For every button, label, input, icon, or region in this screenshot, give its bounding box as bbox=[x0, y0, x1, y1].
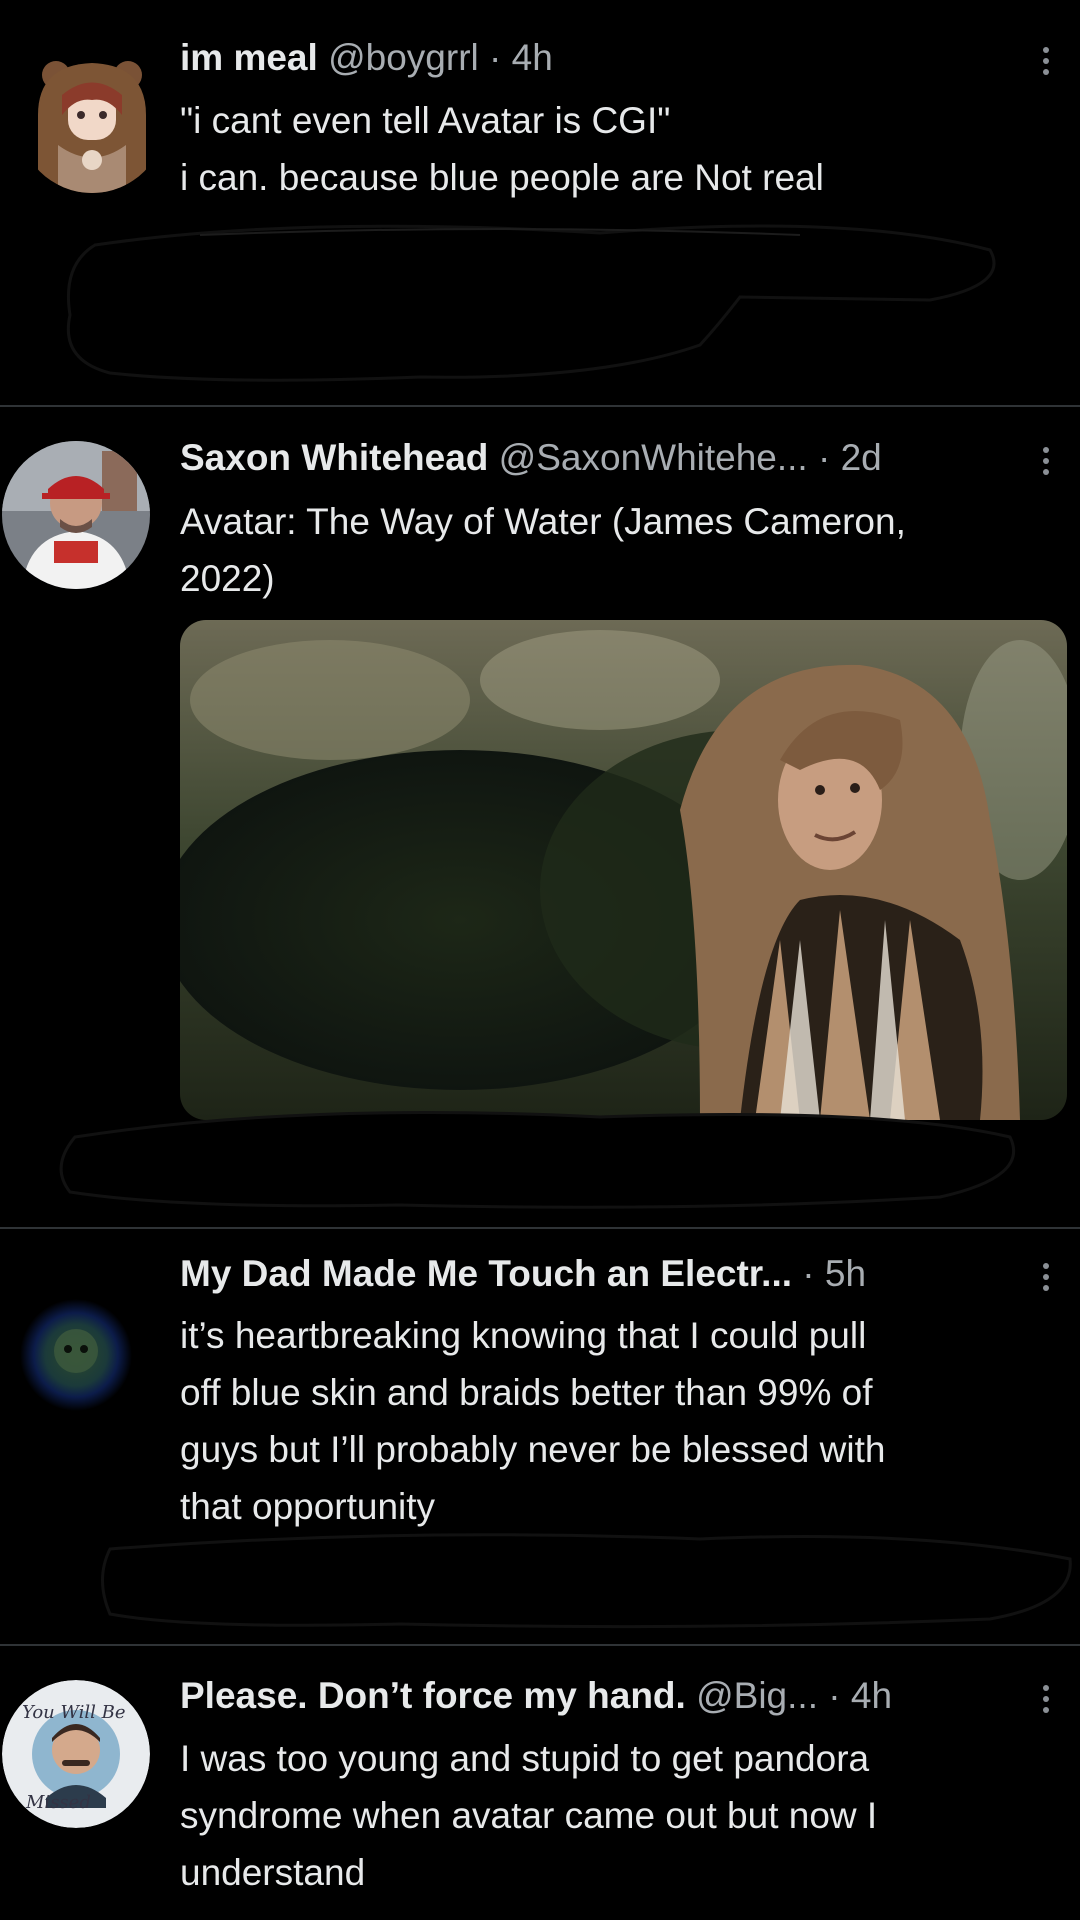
tweet-text-4: I was too young and stupid to get pandor… bbox=[180, 1730, 1040, 1901]
avatar-user-1[interactable] bbox=[18, 45, 166, 193]
separator-dot: · bbox=[802, 1253, 815, 1294]
display-name[interactable]: im meal bbox=[180, 37, 318, 78]
avatar-user-3[interactable] bbox=[2, 1281, 150, 1429]
user-handle[interactable]: @SaxonWhitehe... bbox=[499, 437, 808, 478]
display-name[interactable]: Saxon Whitehead bbox=[180, 437, 488, 478]
tweet-text-line: Avatar: The Way of Water (James Cameron, bbox=[180, 501, 906, 542]
tweet-media-image[interactable] bbox=[180, 620, 1067, 1120]
tweet-text-2: Avatar: The Way of Water (James Cameron,… bbox=[180, 493, 1040, 607]
redaction-scribble bbox=[101, 1533, 1072, 1629]
tweet-1[interactable]: im meal @boygrrl · 4h "i cant even tell … bbox=[0, 0, 1080, 405]
svg-text:Missed: Missed bbox=[25, 1792, 91, 1813]
tweet-2[interactable]: Saxon Whitehead @SaxonWhitehe... · 2d Av… bbox=[0, 407, 1080, 1227]
more-options-icon[interactable] bbox=[1036, 1680, 1056, 1726]
tweet-header-1: im meal @boygrrl · 4h bbox=[180, 35, 1010, 81]
timestamp[interactable]: 4h bbox=[851, 1675, 892, 1716]
more-options-icon[interactable] bbox=[1036, 442, 1056, 488]
tweet-text-line: guys but I’ll probably never be blessed … bbox=[180, 1429, 886, 1470]
tweet-text-line: off blue skin and braids better than 99%… bbox=[180, 1372, 873, 1413]
redaction-scribble bbox=[66, 224, 996, 382]
tweet-text-line: 2022) bbox=[180, 558, 275, 599]
tweet-header-2: Saxon Whitehead @SaxonWhitehe... · 2d bbox=[180, 435, 1010, 481]
user-handle[interactable]: @Big... bbox=[696, 1675, 818, 1716]
display-name[interactable]: Please. Don’t force my hand. bbox=[180, 1675, 686, 1716]
tweet-4[interactable]: You Will Be Missed Please. Don’t force m… bbox=[0, 1646, 1080, 1920]
timestamp[interactable]: 2d bbox=[841, 437, 882, 478]
separator-dot: · bbox=[818, 437, 831, 478]
tweet-3[interactable]: My Dad Made Me Touch an Electr... · 5h i… bbox=[0, 1229, 1080, 1644]
avatar-user-4[interactable]: You Will Be Missed bbox=[2, 1680, 150, 1828]
avatar-image-2 bbox=[2, 441, 150, 589]
tweet-text-line: I was too young and stupid to get pandor… bbox=[180, 1738, 870, 1779]
separator-dot: · bbox=[828, 1675, 841, 1716]
tweet-header-3: My Dad Made Me Touch an Electr... · 5h bbox=[180, 1251, 1010, 1297]
more-options-icon[interactable] bbox=[1036, 1258, 1056, 1304]
separator-dot: · bbox=[489, 37, 502, 78]
timeline-feed: im meal @boygrrl · 4h "i cant even tell … bbox=[0, 0, 1080, 1920]
tweet-text-line: it’s heartbreaking knowing that I could … bbox=[180, 1315, 867, 1356]
tweet-text-line: syndrome when avatar came out but now I bbox=[180, 1795, 878, 1836]
tweet-text-line: understand bbox=[180, 1852, 366, 1893]
redaction-scribble bbox=[59, 1111, 1016, 1209]
timestamp[interactable]: 5h bbox=[825, 1253, 866, 1294]
tweet-text-1: "i cant even tell Avatar is CGI" i can. … bbox=[180, 92, 1040, 206]
tweet-header-4: Please. Don’t force my hand. @Big... · 4… bbox=[180, 1673, 1010, 1719]
timestamp[interactable]: 4h bbox=[512, 37, 553, 78]
user-handle[interactable]: @boygrrl bbox=[328, 37, 479, 78]
avatar-image-4: You Will Be Missed bbox=[2, 1680, 150, 1828]
avatar-image-3 bbox=[2, 1281, 150, 1429]
tweet-text-3: it’s heartbreaking knowing that I could … bbox=[180, 1307, 1040, 1535]
media-photo bbox=[180, 620, 1067, 1120]
avatar-image-1 bbox=[18, 45, 166, 193]
tweet-text-line: i can. because blue people are Not real bbox=[180, 157, 824, 198]
display-name[interactable]: My Dad Made Me Touch an Electr... bbox=[180, 1253, 792, 1294]
avatar-user-2[interactable] bbox=[2, 441, 150, 589]
more-options-icon[interactable] bbox=[1036, 42, 1056, 88]
svg-text:You Will Be: You Will Be bbox=[22, 1702, 126, 1723]
tweet-text-line: "i cant even tell Avatar is CGI" bbox=[180, 100, 671, 141]
